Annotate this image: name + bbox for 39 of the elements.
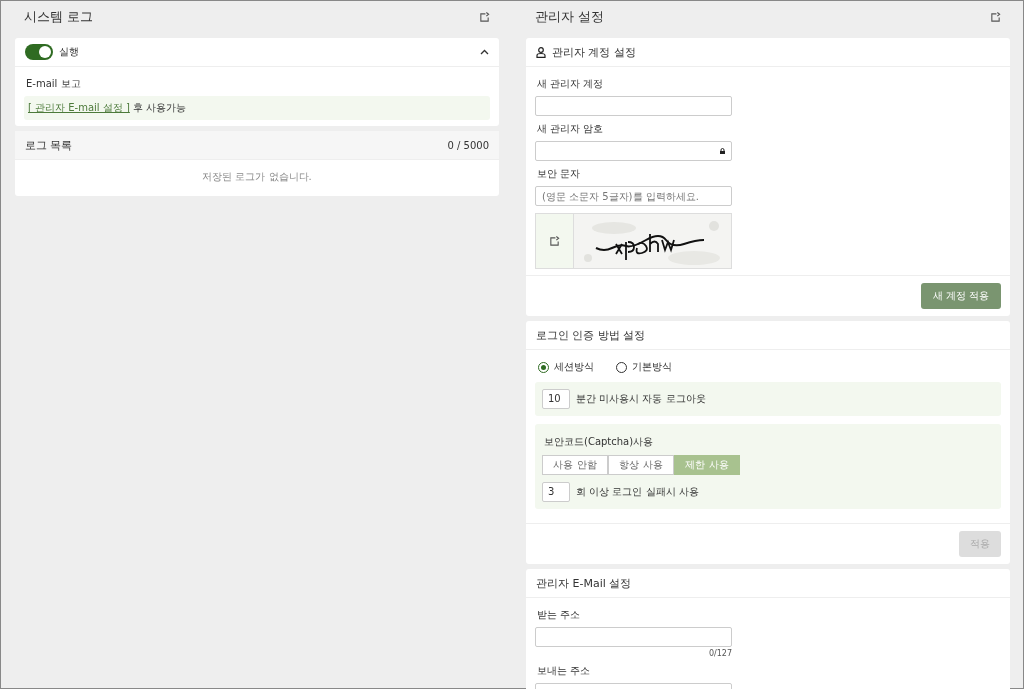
user-icon: [536, 46, 546, 58]
field-label: 보내는 주소: [537, 664, 592, 678]
page-title: 관리자 설정: [535, 8, 605, 26]
input-field[interactable]: [535, 627, 732, 647]
lock-icon: [720, 148, 725, 154]
refresh-icon[interactable]: [990, 11, 1001, 23]
toggle-switch[interactable]: [25, 44, 53, 60]
field-label: 분간 미사용시 자동 로그아웃: [576, 392, 706, 406]
field-label: 새 관리자 암호: [537, 122, 605, 136]
input-field[interactable]: (영문 소문자 5글자)를 입력하세요.: [535, 186, 732, 206]
apply-account-button[interactable]: 새 계정 적용: [920, 283, 1001, 309]
refresh-icon[interactable]: [549, 235, 560, 247]
char-counter: 0/127: [708, 649, 732, 658]
field-label: E-mail 보고: [26, 77, 82, 91]
field-label: 보안 문자: [537, 167, 582, 181]
number-field[interactable]: 10: [542, 389, 570, 409]
field-label: 회 이상 로그인 실패시 사용: [576, 485, 699, 499]
radio-label: 세션방식: [554, 360, 594, 374]
settings-link[interactable]: [ 관리자 E-mail 설정 ]: [28, 102, 130, 113]
section-title: 로그인 인증 방법 설정: [536, 327, 646, 343]
password-field[interactable]: [535, 141, 732, 161]
number-field[interactable]: 3: [542, 482, 570, 502]
section-title: 로그 목록: [25, 137, 73, 153]
field-label: 받는 주소: [537, 608, 582, 622]
toggle-label: 실행: [59, 45, 79, 59]
empty-message: 저장된 로그가 없습니다.: [201, 170, 313, 184]
section-title: 관리자 계정 설정: [552, 44, 636, 60]
segment-option[interactable]: 사용 안함: [542, 455, 608, 475]
radio-label: 기본방식: [632, 360, 672, 374]
refresh-icon[interactable]: [479, 11, 490, 23]
section-title: 관리자 E-Mail 설정: [536, 575, 632, 591]
info-note: [ 관리자 E-mail 설정 ] 후 사용가능: [24, 96, 490, 120]
input-field[interactable]: [535, 96, 732, 116]
collapse-icon[interactable]: [480, 49, 489, 55]
segment-option[interactable]: 항상 사용: [608, 455, 674, 475]
field-label: 새 관리자 계정: [537, 77, 605, 91]
page-title: 시스템 로그: [24, 8, 94, 26]
field-label: 보안코드(Captcha)사용: [544, 435, 655, 449]
log-count: 0 / 5000: [447, 139, 489, 151]
